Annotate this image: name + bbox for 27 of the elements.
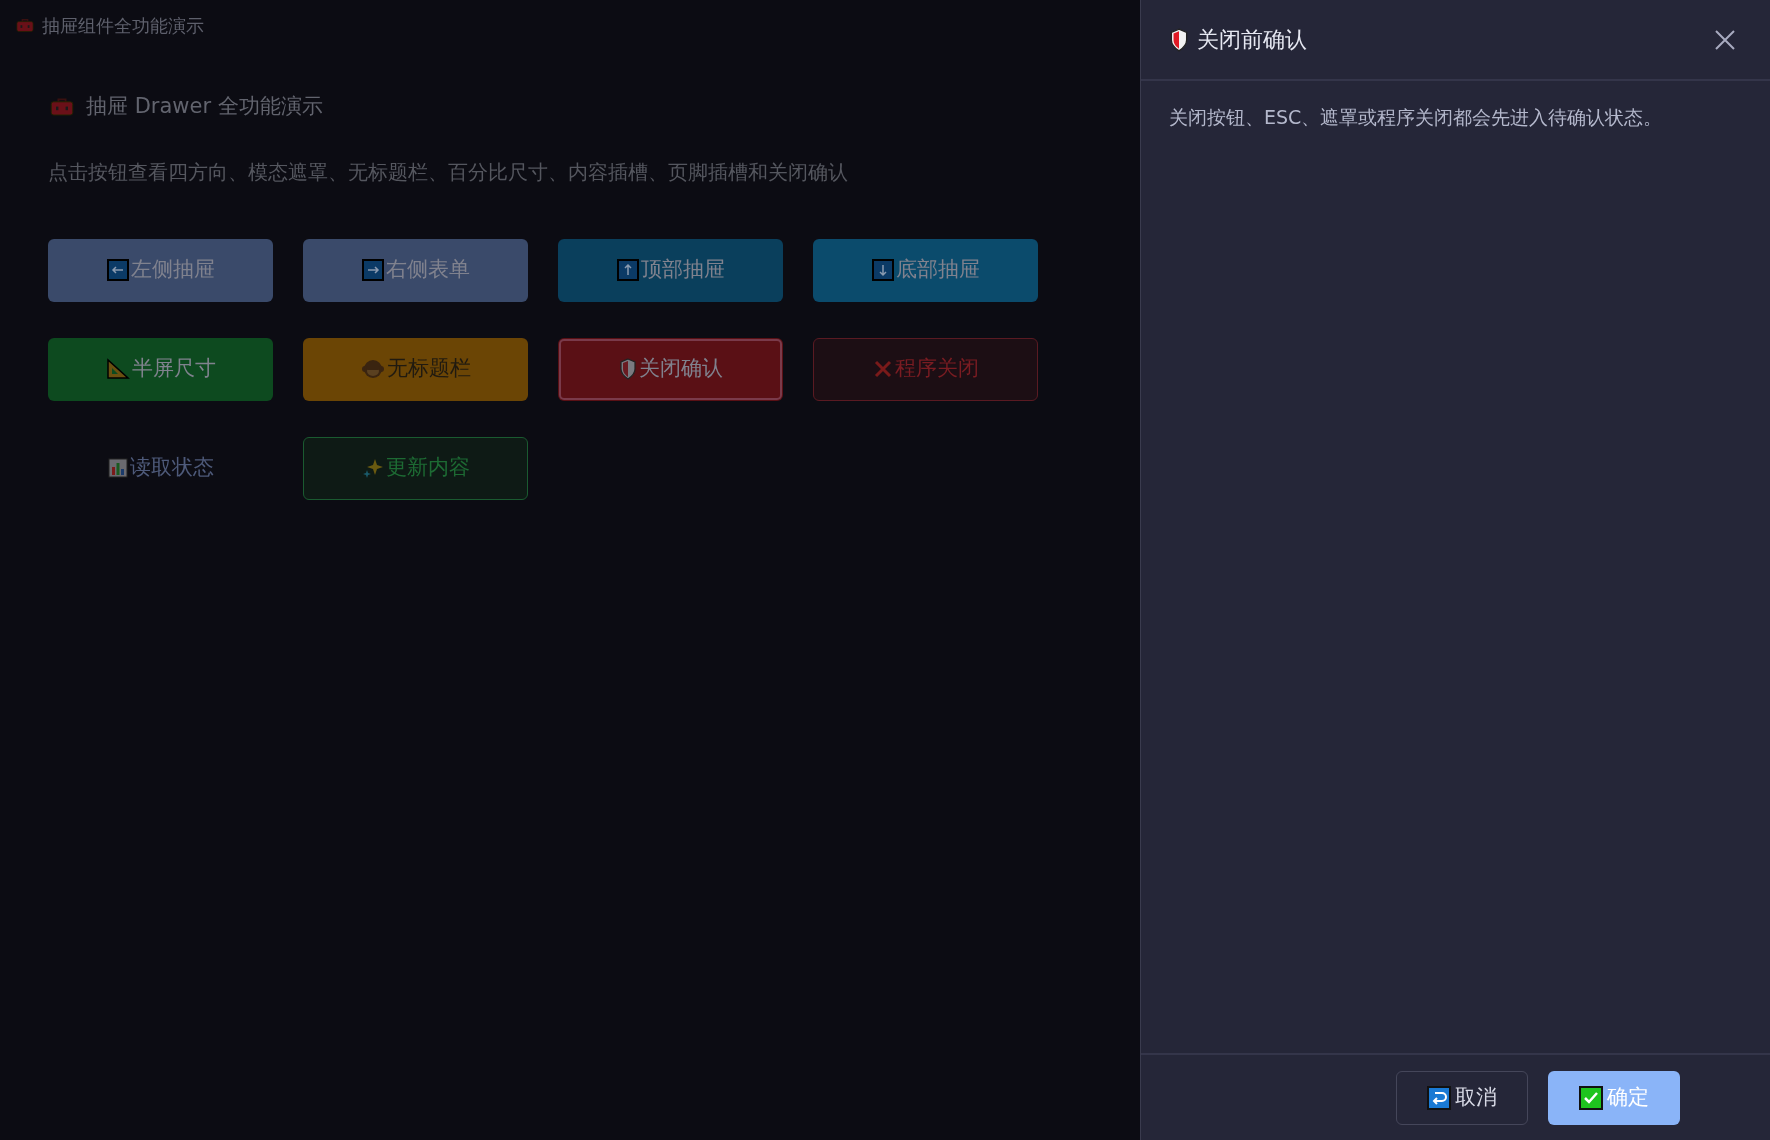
demo-button[interactable]: 左侧抽屉 [48, 238, 273, 302]
drawer-message: 关闭按钮、ESC、遮罩或程序关闭都会先进入待确认状态。 [1169, 105, 1664, 130]
toolbox-icon [16, 18, 34, 33]
page-heading: 抽屉 Drawer 全功能演示 [86, 93, 323, 120]
bar-chart-icon [107, 458, 128, 478]
cancel-button[interactable]: 取消 [1396, 1070, 1528, 1125]
demo-button[interactable]: 关闭确认 [558, 337, 783, 401]
triangle-ruler-icon [105, 358, 130, 380]
demo-button[interactable]: 无标题栏 [303, 337, 528, 401]
drawer-title: 关闭前确认 [1197, 26, 1308, 54]
demo-button[interactable]: 顶部抽屉 [558, 238, 783, 302]
close-icon [1714, 28, 1736, 51]
demo-button[interactable]: 程序关闭 [813, 337, 1038, 401]
window-title: 抽屉组件全功能演示 [42, 14, 204, 38]
monkey-icon [360, 358, 385, 380]
confirm-button[interactable]: 确定 [1548, 1070, 1680, 1125]
cross-icon [872, 359, 893, 379]
demo-button[interactable]: 右侧表单 [303, 238, 528, 302]
shield-icon [1169, 27, 1189, 52]
demo-button[interactable]: 更新内容 [303, 436, 528, 500]
shield-icon [618, 358, 637, 380]
demo-button[interactable]: 半屏尺寸 [48, 337, 273, 401]
demo-button[interactable]: 读取状态 [48, 436, 273, 500]
demo-button[interactable]: 底部抽屉 [813, 238, 1038, 302]
page-description: 点击按钮查看四方向、模态遮罩、无标题栏、百分比尺寸、内容插槽、页脚插槽和关闭确认 [48, 158, 849, 186]
toolbox-icon [50, 97, 74, 117]
check-icon [1579, 1085, 1603, 1110]
